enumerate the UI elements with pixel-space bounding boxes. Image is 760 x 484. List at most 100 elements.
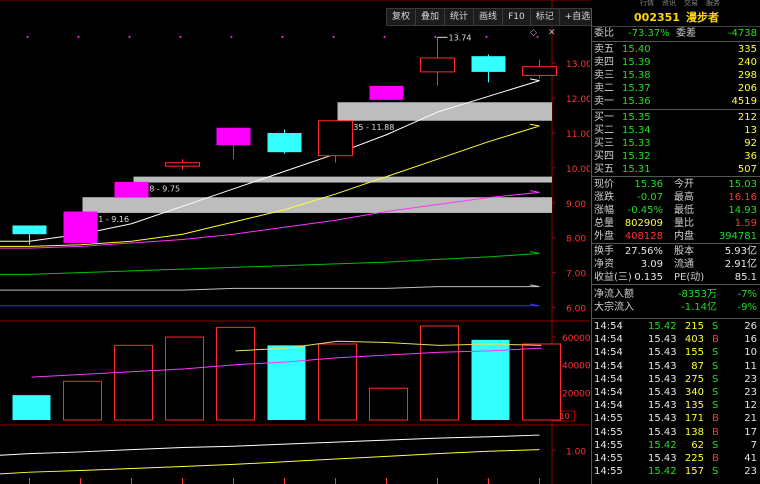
stock-name: 漫步者 — [685, 11, 719, 24]
candle-body[interactable] — [420, 57, 455, 73]
ma250-line — [0, 303, 540, 307]
top-marker-dot — [485, 36, 488, 38]
volume-bar[interactable] — [114, 344, 153, 421]
volume-bar[interactable] — [216, 326, 255, 421]
stats-label: 股本 — [674, 246, 694, 257]
volume-bar[interactable] — [63, 380, 102, 421]
quote-value: 802909 — [624, 218, 663, 229]
tick-side: B — [712, 334, 719, 346]
indicator-line — [0, 449, 540, 475]
volume-bar[interactable] — [12, 395, 51, 420]
toolbar-button-0[interactable]: 复权 — [387, 9, 417, 25]
tick-row: 14:55 15.43 225 B 41 — [592, 452, 759, 465]
tick-time: 14:55 — [594, 439, 623, 451]
tick-volume: 215 — [684, 321, 704, 332]
quote-label: 最高 — [674, 192, 694, 203]
close-icon[interactable]: ✕ — [548, 28, 556, 38]
ask-volume: 240 — [737, 57, 757, 68]
ask-label: 卖五 — [594, 44, 614, 55]
quote-value: 14.93 — [728, 205, 757, 216]
stats-value: 85.1 — [734, 272, 757, 283]
tick-time: 14:54 — [594, 400, 623, 412]
quote-value: 1.59 — [734, 218, 757, 229]
tick-price: 15.43 — [648, 387, 677, 398]
volume-bar[interactable] — [318, 343, 357, 421]
quote-label: 现价 — [594, 179, 614, 190]
bid-row: 买一 15.35 212 — [592, 111, 759, 124]
ask-volume: 206 — [737, 83, 757, 94]
flow-row: 大宗流入 -1.14亿 -9% — [592, 301, 759, 314]
candle-body[interactable] — [12, 225, 47, 235]
volume-bar[interactable] — [420, 325, 459, 421]
volume-bar[interactable] — [267, 345, 306, 420]
diamond-icon[interactable]: ◇ — [530, 28, 537, 38]
toolbar-button-2[interactable]: 统计 — [445, 9, 475, 25]
volume-tick-label: 40000 — [562, 362, 590, 372]
stats-label: 收益(三) — [594, 272, 632, 283]
price-tick-label: 11.00 — [566, 130, 590, 140]
flow-label: 净流入额 — [594, 289, 634, 300]
volume-bar[interactable] — [165, 336, 204, 421]
tick-price: 15.42 — [648, 439, 677, 451]
quote-label: 外盘 — [594, 231, 614, 242]
bid-diff-value: -4738 — [727, 28, 757, 39]
candle-body[interactable] — [165, 162, 200, 167]
candle-body[interactable] — [471, 56, 506, 72]
volume-bar[interactable] — [369, 387, 408, 421]
kline-chart[interactable]: 13.0012.0011.0010.009.008.007.006.00◇ ✕11… — [0, 0, 590, 484]
quote-row: 外盘 408128 内盘 394781 — [592, 230, 759, 243]
stats-label: PE(动) — [674, 272, 705, 283]
ask-price: 15.38 — [622, 70, 651, 81]
candle-body[interactable] — [318, 120, 353, 157]
tick-volume: 62 — [691, 439, 704, 451]
volume-bar[interactable] — [522, 343, 561, 421]
tick-price: 15.43 — [648, 347, 677, 359]
tick-time: 14:54 — [594, 347, 623, 359]
candle-body[interactable] — [522, 66, 557, 76]
tick-price: 15.43 — [648, 360, 677, 372]
bid-volume: 507 — [737, 164, 757, 175]
tick-time: 14:55 — [594, 426, 623, 438]
top-menu-item[interactable]: 行情 — [640, 0, 654, 6]
tick-side: S — [712, 387, 719, 398]
flow-pct: -7% — [737, 289, 757, 300]
stats-value: 0.135 — [634, 272, 663, 283]
kline-chart-area[interactable]: 13.00 12.00 11.00 10.00 9.00 8.00 7.00 6.00 ◇ ✕ 11… — [0, 0, 590, 484]
candle-body[interactable] — [369, 85, 404, 100]
candle-body[interactable] — [63, 211, 98, 243]
quote-row: 涨跌 -0.07 最高 16.16 — [592, 191, 759, 204]
tick-price: 15.43 — [648, 334, 677, 346]
top-marker-dot — [434, 36, 437, 38]
quote-value: 16.16 — [728, 192, 757, 203]
tick-count: 26 — [744, 321, 757, 332]
toolbar-button-5[interactable]: 标记 — [531, 9, 560, 25]
tick-time: 14:54 — [594, 360, 623, 372]
ask-price: 15.37 — [622, 83, 651, 94]
toolbar-button-4[interactable]: F10 — [503, 9, 531, 25]
top-menu-item[interactable]: 资讯 — [662, 0, 676, 6]
price-tick-label: 7.00 — [566, 270, 586, 280]
tick-row: 14:55 15.42 62 S 7 — [592, 439, 759, 452]
candle-body[interactable] — [114, 181, 149, 198]
ask-label: 卖三 — [594, 70, 614, 81]
top-menu-item[interactable]: 交易 — [684, 0, 698, 6]
ask-price: 15.39 — [622, 57, 651, 68]
candle-body[interactable] — [216, 127, 251, 146]
toolbar-button-1[interactable]: 叠加 — [416, 9, 446, 25]
quote-value: 408128 — [624, 231, 663, 242]
tick-time: 14:54 — [594, 373, 623, 385]
flow-pct: -9% — [737, 302, 757, 313]
toolbar-button-3[interactable]: 画线 — [474, 9, 504, 25]
bid-price: 15.34 — [622, 125, 651, 136]
tick-volume: 155 — [684, 347, 704, 359]
quote-label: 涨幅 — [594, 205, 614, 216]
tick-side: S — [712, 373, 719, 385]
volume-bar[interactable] — [471, 339, 510, 420]
price-tick-label: 13.00 — [566, 60, 590, 70]
top-menu-item[interactable]: 服务 — [706, 0, 720, 6]
tick-count: 23 — [744, 373, 757, 385]
tick-price: 15.42 — [648, 321, 677, 332]
stats-row: 换手 27.56% 股本 5.93亿 — [592, 245, 759, 258]
candle-body[interactable] — [267, 132, 302, 153]
quote-row: 涨幅 -0.45% 最低 14.93 — [592, 204, 759, 217]
